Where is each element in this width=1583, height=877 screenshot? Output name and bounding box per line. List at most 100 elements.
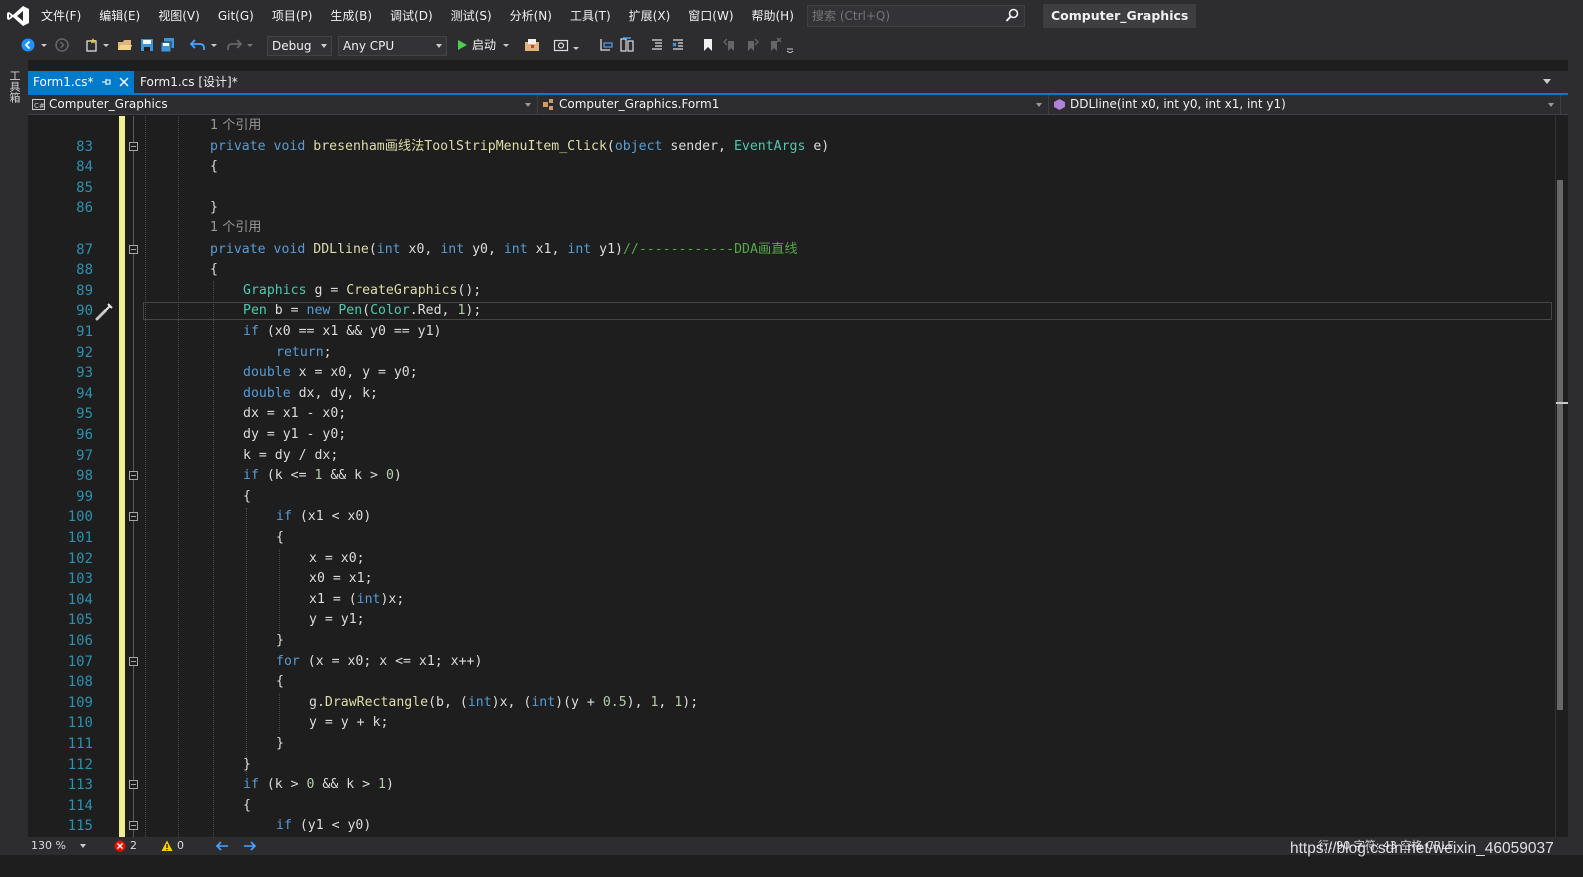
code-line[interactable]: 86} <box>28 198 1555 219</box>
comment-lines-icon[interactable] <box>649 37 665 53</box>
navigate-forward-icon[interactable] <box>54 37 70 53</box>
menu-item[interactable]: 调试(D) <box>381 0 442 32</box>
code-line[interactable]: 104 x1 = (int)x; <box>28 590 1555 611</box>
quick-actions-screwdriver-icon[interactable] <box>93 301 115 323</box>
browser-link-icon[interactable] <box>524 37 540 53</box>
code-line[interactable]: 84 { <box>28 157 1555 178</box>
next-bookmark-icon[interactable] <box>744 37 760 53</box>
chevron-down-icon[interactable] <box>80 844 86 848</box>
solution-configuration-combo[interactable]: Debug <box>267 36 332 56</box>
save-all-icon[interactable] <box>160 37 176 53</box>
new-project-dropdown-icon[interactable] <box>102 37 110 53</box>
code-line[interactable]: 106} <box>28 631 1555 652</box>
step-into-icon[interactable] <box>598 37 614 53</box>
close-icon[interactable] <box>118 76 130 88</box>
code-line[interactable]: 94 double dx, dy, k; <box>28 384 1555 405</box>
error-count[interactable]: 2 <box>130 837 137 855</box>
arrow-left-icon[interactable] <box>215 839 229 853</box>
collapse-toggle-icon[interactable] <box>129 821 138 831</box>
code-line[interactable]: 97 k = dy / dx; <box>28 446 1555 467</box>
code-line[interactable]: 100 if (x1 < x0) <box>28 507 1555 528</box>
search-box[interactable] <box>807 5 1025 27</box>
search-input[interactable] <box>812 8 997 24</box>
code-line[interactable]: 102 x = x0; <box>28 549 1555 570</box>
arrow-right-icon[interactable] <box>243 839 257 853</box>
code-line[interactable]: 114 { <box>28 796 1555 817</box>
menu-item[interactable]: 扩展(X) <box>620 0 680 32</box>
member-combo[interactable]: DDLline(int x0, int y0, int x1, int y1) <box>1049 95 1561 114</box>
code-line[interactable]: 85 <box>28 178 1555 199</box>
code-line[interactable]: 90 Pen b = new Pen(Color.Red, 1); <box>28 301 1555 322</box>
error-icon[interactable] <box>114 840 126 852</box>
code-line[interactable]: 87 private void DDLline(int x0, int y0, i… <box>28 240 1555 261</box>
code-line[interactable]: 89 Graphics g = CreateGraphics(); <box>28 281 1555 302</box>
warning-icon[interactable] <box>161 840 173 852</box>
code-line[interactable]: 101 { <box>28 528 1555 549</box>
navigate-back-icon[interactable] <box>20 37 36 53</box>
search-icon[interactable] <box>1005 8 1019 24</box>
start-button-label[interactable]: 启动 <box>472 37 496 53</box>
codelens-references[interactable]: 1 个引用 <box>210 218 261 239</box>
code-line[interactable]: 93 double x = x0, y = y0; <box>28 363 1555 384</box>
pin-icon[interactable] <box>100 76 112 88</box>
undo-icon[interactable] <box>190 37 206 53</box>
code-editor[interactable]: 1 个引用 1 个引用 83 private void bresenham画线法T… <box>28 116 1555 837</box>
uncomment-lines-icon[interactable] <box>670 37 686 53</box>
open-file-icon[interactable] <box>117 37 133 53</box>
code-line[interactable]: 91 if (x0 == x1 && y0 == y1) <box>28 322 1555 343</box>
undo-dropdown-icon[interactable] <box>210 37 218 53</box>
code-line[interactable]: 105 y = y1; <box>28 610 1555 631</box>
code-line[interactable]: 112} <box>28 755 1555 776</box>
code-line[interactable]: 110 y = y + k; <box>28 713 1555 734</box>
toolbar-overflow-icon[interactable] <box>786 37 794 53</box>
bookmark-icon[interactable] <box>700 37 716 53</box>
code-line[interactable]: 83 private void bresenham画线法ToolStripMenu… <box>28 137 1555 158</box>
menu-item[interactable]: 测试(S) <box>442 0 501 32</box>
collapse-toggle-icon[interactable] <box>129 780 138 790</box>
zoom-level[interactable]: 130 % <box>31 837 66 855</box>
tab-form1-cs[interactable]: Form1.cs* <box>28 71 134 93</box>
code-line[interactable]: 111} <box>28 734 1555 755</box>
code-line[interactable]: 113 if (k > 0 && k > 1) <box>28 775 1555 796</box>
hot-reload-dropdown-icon[interactable] <box>572 37 580 53</box>
collapse-toggle-icon[interactable] <box>129 512 138 522</box>
previous-bookmark-icon[interactable] <box>722 37 738 53</box>
hot-reload-icon[interactable] <box>553 37 569 53</box>
tab-overflow-dropdown-icon[interactable] <box>1543 79 1551 84</box>
code-line[interactable]: 88 { <box>28 260 1555 281</box>
clear-bookmarks-icon[interactable] <box>766 37 782 53</box>
collapse-toggle-icon[interactable] <box>129 656 138 666</box>
visual-studio-logo-icon[interactable] <box>6 5 30 27</box>
code-line[interactable]: 98 if (k <= 1 && k > 0) <box>28 466 1555 487</box>
menu-item[interactable]: 视图(V) <box>149 0 209 32</box>
menu-item[interactable]: Git(G) <box>209 0 263 32</box>
code-line[interactable]: 115 if (y1 < y0) <box>28 816 1555 837</box>
code-line[interactable]: 95 dx = x1 - x0; <box>28 404 1555 425</box>
tab-form1-designer[interactable]: Form1.cs [设计]* <box>140 71 238 93</box>
start-dropdown-icon[interactable] <box>502 37 510 53</box>
save-icon[interactable] <box>139 37 155 53</box>
menu-item[interactable]: 项目(P) <box>263 0 322 32</box>
code-line[interactable]: 99 { <box>28 487 1555 508</box>
step-over-icon[interactable] <box>619 37 635 53</box>
project-combo[interactable]: C# Computer_Graphics <box>28 95 538 114</box>
toolbox-tab[interactable]: 工具箱 <box>6 70 21 103</box>
redo-icon[interactable] <box>226 37 242 53</box>
navigate-back-dropdown-icon[interactable] <box>40 37 48 53</box>
code-line[interactable]: 108 { <box>28 672 1555 693</box>
menu-item[interactable]: 窗口(W) <box>679 0 742 32</box>
menu-item[interactable]: 分析(N) <box>501 0 561 32</box>
menu-item[interactable]: 工具(T) <box>561 0 620 32</box>
collapse-toggle-icon[interactable] <box>129 141 138 151</box>
menu-item[interactable]: 帮助(H) <box>743 0 803 32</box>
codelens-references[interactable]: 1 个引用 <box>210 116 261 137</box>
code-line[interactable]: 107 for (x = x0; x <= x1; x++) <box>28 652 1555 673</box>
code-line[interactable]: 109 g.DrawRectangle(b, (int)x, (int)(y + … <box>28 693 1555 714</box>
code-line[interactable]: 103 x0 = x1; <box>28 569 1555 590</box>
collapse-toggle-icon[interactable] <box>129 244 138 254</box>
class-combo[interactable]: Computer_Graphics.Form1 <box>538 95 1049 114</box>
warning-count[interactable]: 0 <box>177 837 184 855</box>
code-line[interactable]: 96 dy = y1 - y0; <box>28 425 1555 446</box>
redo-dropdown-icon[interactable] <box>246 37 254 53</box>
menu-item[interactable]: 编辑(E) <box>90 0 149 32</box>
